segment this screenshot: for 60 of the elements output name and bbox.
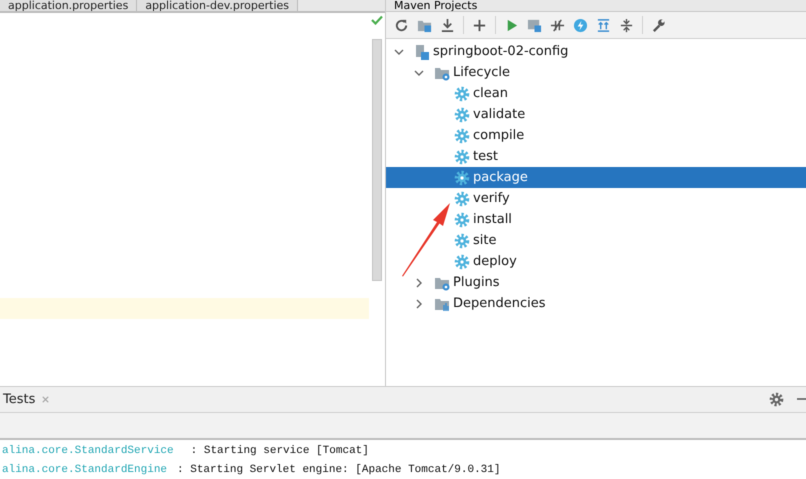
scrollbar-thumb[interactable]: [372, 39, 382, 281]
tree-label: compile: [473, 128, 524, 143]
lightning-icon[interactable]: [573, 18, 588, 32]
chevron-icon[interactable]: [414, 68, 424, 78]
gear-icon: [454, 212, 470, 228]
gear-icon: [454, 86, 470, 102]
tree-item[interactable]: compile: [386, 125, 806, 146]
tree-label: clean: [473, 86, 508, 101]
gear-icon: [454, 148, 470, 164]
log-message: : Starting Servlet engine: [Apache Tomcat/9.0.31]: [177, 464, 500, 476]
tree-label: springboot-02-config: [433, 44, 568, 59]
add-icon[interactable]: [472, 18, 487, 32]
tree-item[interactable]: Lifecycle: [386, 62, 806, 83]
gear-icon: [454, 190, 470, 206]
tree-item[interactable]: verify: [386, 188, 806, 209]
expand-all-icon[interactable]: [596, 18, 611, 32]
download-icon[interactable]: [440, 18, 455, 32]
tree-item[interactable]: springboot-02-config: [386, 41, 806, 62]
tree-item[interactable]: Dependencies: [386, 293, 806, 314]
tree-item[interactable]: site: [386, 230, 806, 251]
run-config-icon[interactable]: [527, 18, 542, 32]
tree-item[interactable]: test: [386, 146, 806, 167]
tree-label: package: [473, 170, 528, 185]
gear-icon: [454, 106, 470, 122]
editor-tab[interactable]: application.properties: [0, 0, 138, 11]
log-message: : Starting service [Tomcat]: [190, 444, 369, 456]
tree-item[interactable]: clean: [386, 83, 806, 104]
settings-icon[interactable]: [769, 392, 784, 407]
gear-icon: [454, 170, 470, 186]
chevron-icon[interactable]: [414, 278, 424, 288]
refresh-icon[interactable]: [394, 18, 409, 32]
check-icon: [371, 15, 383, 25]
tree-item[interactable]: package: [386, 167, 806, 188]
panel-title: Maven Projects: [394, 0, 478, 11]
collapse-all-icon[interactable]: [619, 18, 634, 32]
wrench-icon[interactable]: [651, 18, 666, 32]
tree-label: Dependencies: [453, 296, 546, 311]
tree-label: install: [473, 212, 512, 227]
gear-icon: [454, 254, 470, 270]
gear-icon: [454, 232, 470, 248]
tree-item[interactable]: install: [386, 209, 806, 230]
chevron-icon[interactable]: [394, 46, 404, 56]
tree-label: Lifecycle: [453, 65, 510, 80]
tree-item[interactable]: Plugins: [386, 272, 806, 293]
editor-tab[interactable]: application-dev.properties: [137, 0, 298, 11]
tree-item[interactable]: deploy: [386, 251, 806, 272]
toggle-offline-icon[interactable]: [550, 18, 565, 32]
tree-label: site: [473, 233, 496, 248]
tree-label: verify: [473, 191, 510, 206]
tree-item[interactable]: validate: [386, 104, 806, 125]
chevron-icon[interactable]: [414, 298, 424, 308]
tree-label: validate: [473, 107, 526, 122]
logger-name: alina.core.StandardService: [2, 444, 174, 456]
tree-label: deploy: [473, 254, 517, 269]
gear-icon: [454, 128, 470, 144]
tool-window-tab[interactable]: Tests: [3, 392, 50, 407]
tree-label: test: [473, 149, 498, 164]
project-icon: [414, 44, 430, 60]
tree-label: Plugins: [453, 275, 500, 290]
logger-name: alina.core.StandardEngine: [2, 464, 168, 476]
